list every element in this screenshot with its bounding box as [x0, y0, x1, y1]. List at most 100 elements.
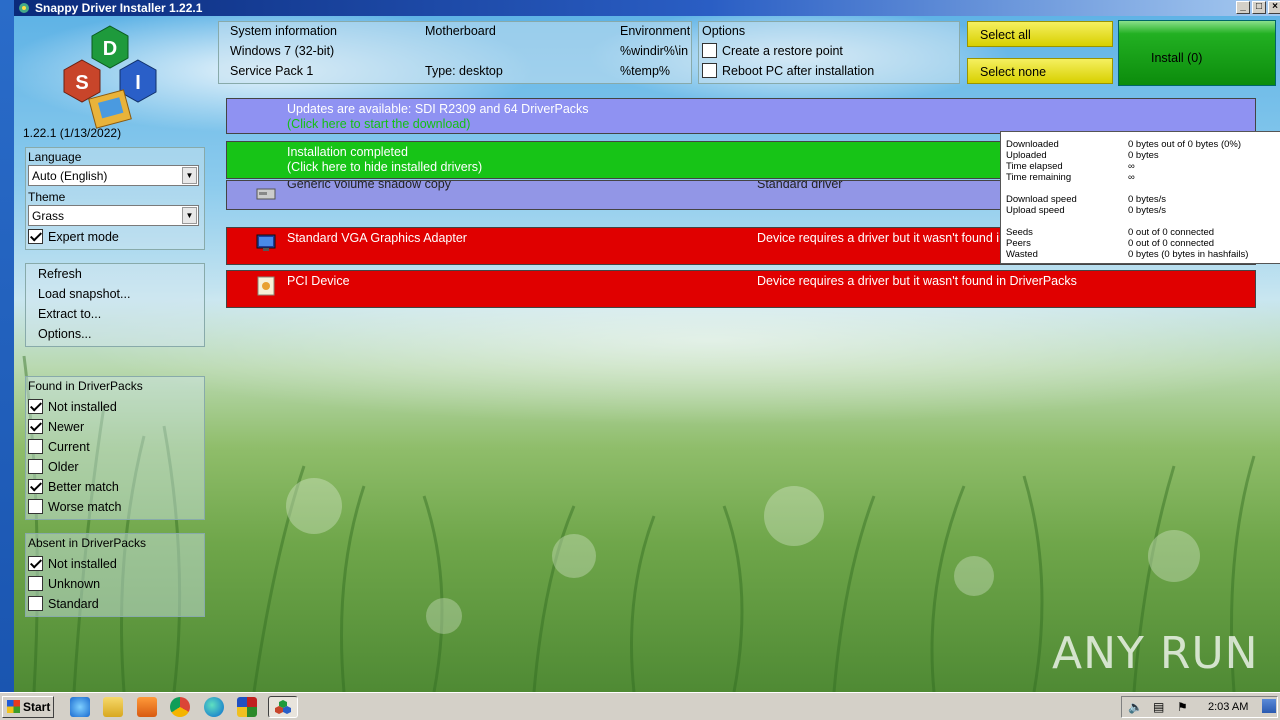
checkbox-box[interactable]	[28, 419, 43, 434]
anyrun-watermark: ANY RUN	[1052, 628, 1259, 679]
filter-found-worse-match[interactable]: Worse match	[28, 498, 121, 515]
volume-icon[interactable]: 🔈	[1128, 700, 1143, 714]
internet-explorer-icon[interactable]	[70, 697, 90, 717]
motherboard-type: Type: desktop	[425, 64, 503, 78]
installed-title: Installation completed	[287, 145, 408, 159]
language-label: Language	[28, 150, 82, 164]
taskbar: Start 🔈 ▤ ⚑ 2:03 AM	[0, 692, 1280, 720]
filter-label: Not installed	[48, 399, 117, 414]
checkbox-box[interactable]	[28, 439, 43, 454]
checkbox-box[interactable]	[28, 556, 43, 571]
filter-label: Worse match	[48, 499, 122, 514]
found-title: Found in DriverPacks	[28, 379, 143, 393]
driver-row-pci[interactable]: PCI Device Device requires a driver but …	[226, 270, 1256, 308]
checkbox-box[interactable]	[28, 229, 43, 244]
clock[interactable]: 2:03 AM	[1208, 701, 1248, 713]
stat-key: Time elapsed	[1006, 161, 1063, 172]
edge-icon[interactable]	[204, 697, 224, 717]
filter-found-better-match[interactable]: Better match	[28, 478, 119, 495]
filter-found-newer[interactable]: Newer	[28, 418, 84, 435]
logo-letter-i: I	[135, 72, 141, 94]
chevron-down-icon[interactable]: ▼	[182, 207, 197, 224]
winrar-icon[interactable]	[237, 697, 257, 717]
motherboard-heading: Motherboard	[425, 24, 496, 38]
stat-value: 0 bytes/s	[1128, 194, 1167, 205]
maximize-button[interactable]: □	[1252, 1, 1266, 14]
environment-temp: %temp%	[620, 64, 671, 78]
checkbox-box[interactable]	[28, 459, 43, 474]
reboot-checkbox[interactable]: Reboot PC after installation	[702, 62, 874, 79]
start-button[interactable]: Start	[2, 696, 54, 718]
absent-title: Absent in DriverPacks	[28, 536, 147, 550]
checkbox-box[interactable]	[28, 479, 43, 494]
filter-label: Unknown	[48, 576, 101, 591]
checkbox-box[interactable]	[702, 43, 717, 58]
extract-to-menu-item[interactable]: Extract to...	[38, 307, 101, 321]
checkbox-box[interactable]	[28, 596, 43, 611]
show-desktop-button[interactable]	[1262, 699, 1276, 713]
desktop-background	[0, 0, 14, 692]
network-icon[interactable]: ▤	[1153, 700, 1164, 714]
chevron-down-icon[interactable]: ▼	[182, 167, 197, 184]
sdi-logo: D S I	[63, 25, 157, 129]
filter-absent-unknown[interactable]: Unknown	[28, 575, 100, 592]
filter-absent-standard[interactable]: Standard	[28, 595, 99, 612]
filter-label: Newer	[48, 419, 85, 434]
close-button[interactable]: ×	[1268, 1, 1280, 14]
filter-label: Not installed	[48, 556, 117, 571]
download-stats-tooltip: Downloaded 0 bytes out of 0 bytes (0%) Up…	[1000, 131, 1280, 264]
media-player-icon[interactable]	[137, 697, 157, 717]
checkbox-box[interactable]	[28, 399, 43, 414]
expert-mode-checkbox[interactable]: Expert mode	[28, 228, 119, 245]
language-value: Auto (English)	[32, 169, 108, 183]
options-menu-item[interactable]: Options...	[38, 327, 92, 341]
refresh-menu-item[interactable]: Refresh	[38, 267, 82, 281]
checkbox-box[interactable]	[28, 499, 43, 514]
restore-point-checkbox[interactable]: Create a restore point	[702, 42, 843, 59]
filter-found-older[interactable]: Older	[28, 458, 79, 475]
minimize-button[interactable]: _	[1236, 1, 1250, 14]
main-window: D S I 1.22.1 (1/13/2022) Language Auto (…	[14, 16, 1280, 692]
select-all-button[interactable]: Select all	[967, 21, 1113, 47]
monitor-icon	[256, 234, 276, 251]
install-button[interactable]: Install (0)	[1118, 20, 1276, 86]
file-explorer-icon[interactable]	[103, 697, 123, 717]
version-label: 1.22.1 (1/13/2022)	[23, 126, 122, 140]
options-title: Options	[702, 24, 746, 38]
stat-value: 0 bytes (0 bytes in hashfails)	[1128, 249, 1249, 260]
install-label: Install (0)	[1151, 51, 1203, 65]
filter-absent-not-installed[interactable]: Not installed	[28, 555, 117, 572]
driver-status: Device requires a driver but it wasn't f…	[757, 274, 1077, 288]
language-select[interactable]: Auto (English) ▼	[28, 165, 199, 186]
filter-found-not-installed[interactable]: Not installed	[28, 398, 117, 415]
stat-value: 0 bytes/s	[1128, 205, 1167, 216]
stat-key: Seeds	[1006, 227, 1033, 238]
filter-label: Current	[48, 439, 90, 454]
load-snapshot-menu-item[interactable]: Load snapshot...	[38, 287, 130, 301]
hide-installed-link[interactable]: (Click here to hide installed drivers)	[287, 160, 482, 174]
filter-found-current[interactable]: Current	[28, 438, 90, 455]
sdi-taskbar-button[interactable]	[268, 696, 298, 718]
checkbox-box[interactable]	[28, 576, 43, 591]
theme-value: Grass	[32, 209, 65, 223]
checkbox-box[interactable]	[702, 63, 717, 78]
logo-letter-s: S	[75, 72, 88, 94]
title-bar: Snappy Driver Installer 1.22.1 _ □ ×	[14, 0, 1280, 16]
stat-value: 0 bytes	[1128, 150, 1159, 161]
updates-row[interactable]: Updates are available: SDI R2309 and 64 …	[226, 98, 1256, 134]
theme-select[interactable]: Grass ▼	[28, 205, 199, 226]
windows-logo-icon	[7, 700, 20, 713]
stat-key: Download speed	[1006, 194, 1077, 205]
select-none-button[interactable]: Select none	[967, 58, 1113, 84]
action-center-flag-icon[interactable]: ⚑	[1177, 700, 1188, 714]
driver-name: Standard VGA Graphics Adapter	[287, 231, 467, 245]
sysinfo-heading: System information	[230, 24, 337, 38]
filter-label: Older	[48, 459, 79, 474]
chrome-icon[interactable]	[170, 697, 190, 717]
filter-label: Better match	[48, 479, 119, 494]
updates-link[interactable]: (Click here to start the download)	[287, 117, 470, 131]
stat-value: ∞	[1128, 161, 1135, 172]
driver-name: Generic volume shadow copy	[287, 180, 451, 191]
stat-key: Uploaded	[1006, 150, 1047, 161]
stat-key: Upload speed	[1006, 205, 1065, 216]
